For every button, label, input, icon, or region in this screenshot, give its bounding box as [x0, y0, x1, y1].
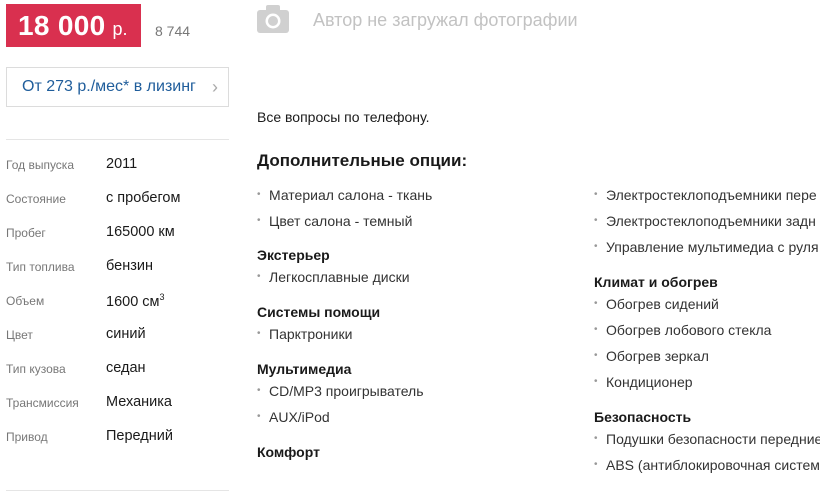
spec-label: Пробег: [6, 226, 46, 240]
spec-value: Передний: [106, 428, 173, 444]
specs-list: Год выпуска 2011 Состояние с пробегом Пр…: [6, 152, 236, 458]
spec-row-mileage: Пробег 165000 км: [6, 220, 236, 254]
volume-value: 1600 см: [106, 293, 160, 310]
price-amount: 18 000: [18, 10, 106, 41]
spec-value: 165000 км: [106, 224, 175, 240]
option-item: Обогрев лобового стекла: [594, 318, 820, 344]
group-title-assist: Системы помощи: [257, 304, 381, 320]
option-item: Подушки безопасности передние: [594, 427, 820, 453]
volume-unit-superscript: 3: [159, 292, 165, 302]
spec-label: Тип кузова: [6, 362, 66, 376]
spec-row-body: Тип кузова седан: [6, 356, 236, 390]
spec-value: седан: [106, 360, 146, 376]
price-badge: 18 000 р.: [6, 4, 141, 47]
option-item: Управление мультимедиа с руля: [594, 235, 820, 261]
spec-value: 1600 см3: [106, 292, 165, 310]
spec-label: Объем: [6, 294, 45, 308]
leasing-label: От 273 р./мес* в лизинг: [22, 78, 196, 95]
spec-row-volume: Объем 1600 см3: [6, 288, 236, 322]
option-item: Электростеклоподъемники задн: [594, 209, 820, 235]
option-item: Материал салона - ткань: [257, 183, 577, 209]
divider: [6, 139, 229, 140]
spec-row-drive: Привод Передний: [6, 424, 236, 458]
group-title-multimedia: Мультимедиа: [257, 361, 352, 377]
option-item: Кондиционер: [594, 370, 820, 396]
description-text: Все вопросы по телефону.: [257, 109, 430, 125]
spec-label: Год выпуска: [6, 158, 74, 172]
spec-row-condition: Состояние с пробегом: [6, 186, 236, 220]
price-currency: р.: [112, 19, 128, 39]
option-item: Парктроники: [257, 322, 577, 348]
group-title-exterior: Экстерьер: [257, 247, 330, 263]
option-item: Обогрев сидений: [594, 292, 820, 318]
group-title-comfort: Комфорт: [257, 444, 320, 460]
spec-row-transmission: Трансмиссия Механика: [6, 390, 236, 424]
spec-value: Механика: [106, 394, 172, 410]
spec-label: Трансмиссия: [6, 396, 79, 410]
spec-value: синий: [106, 326, 146, 342]
option-item: CD/MP3 проигрыватель: [257, 379, 577, 405]
camera-icon: [257, 5, 289, 33]
spec-row-fuel: Тип топлива бензин: [6, 254, 236, 288]
option-item: AUX/iPod: [257, 405, 577, 431]
spec-value: бензин: [106, 258, 153, 274]
option-item: Цвет салона - темный: [257, 209, 577, 235]
option-item: ABS (антиблокировочная систем: [594, 453, 820, 479]
option-item: Легкосплавные диски: [257, 265, 577, 291]
divider: [6, 490, 229, 491]
options-title: Дополнительные опции:: [257, 151, 468, 170]
spec-label: Цвет: [6, 328, 33, 342]
price-alt-currency: 8 744: [155, 23, 191, 39]
group-title-climate: Климат и обогрев: [594, 274, 718, 290]
spec-label: Состояние: [6, 192, 66, 206]
spec-row-year: Год выпуска 2011: [6, 152, 236, 186]
leasing-button[interactable]: От 273 р./мес* в лизинг ›: [6, 67, 229, 107]
spec-row-color: Цвет синий: [6, 322, 236, 356]
options-column-right: Электростеклоподъемники пере Электростек…: [594, 183, 820, 479]
spec-label: Тип топлива: [6, 260, 75, 274]
group-title-safety: Безопасность: [594, 409, 692, 425]
option-item: Обогрев зеркал: [594, 344, 820, 370]
spec-value: с пробегом: [106, 190, 181, 206]
spec-label: Привод: [6, 430, 48, 444]
options-column-left: Материал салона - ткань Цвет салона - те…: [257, 183, 577, 460]
option-item: Электростеклоподъемники пере: [594, 183, 820, 209]
no-photo-text: Автор не загружал фотографии: [313, 10, 578, 30]
chevron-right-icon: ›: [212, 77, 218, 97]
spec-value: 2011: [106, 156, 138, 172]
